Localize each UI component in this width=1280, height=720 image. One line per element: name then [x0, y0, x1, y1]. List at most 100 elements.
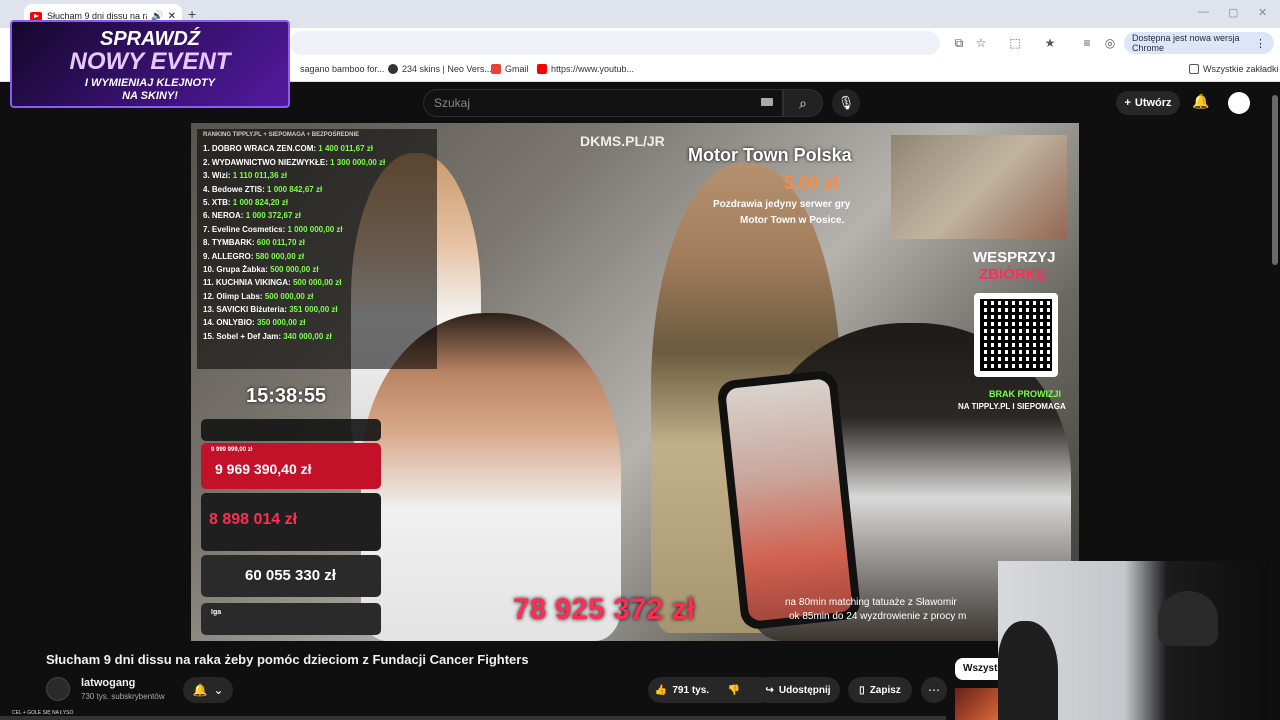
- search-button[interactable]: ⌕: [783, 89, 823, 117]
- total-2: 8 898 014 zł: [209, 511, 298, 528]
- subscription-bell-button[interactable]: 🔔 ⌄: [183, 677, 233, 703]
- ranking-row: 14. ONLYBIO: 350 000,00 zł: [197, 316, 437, 329]
- ranking-amount: 1 300 000,00 zł: [330, 157, 386, 167]
- ranking-row: 5. XTB: 1 000 824,20 zł: [197, 196, 437, 209]
- filter-chip-all[interactable]: Wszystk: [955, 658, 999, 680]
- scroll-thumb[interactable]: [1272, 95, 1278, 265]
- channel-name[interactable]: latwogang: [81, 677, 135, 689]
- person-shadow: [998, 621, 1058, 720]
- no-commission-2: NA TIPPLY.PL I SIEPOMAGA: [958, 402, 1066, 411]
- search-input[interactable]: Szukaj: [423, 89, 783, 117]
- ranking-row: 1. DOBRO WRACA ZEN.COM: 1 400 011,67 zł: [197, 142, 437, 155]
- stream-clock: 15:38:55: [246, 385, 327, 407]
- panel-bottom-label: Iga: [211, 609, 222, 616]
- bookmark-favicon-icon: [388, 64, 398, 74]
- ranking-name: 6. NEROA:: [203, 211, 244, 221]
- bookmark-item[interactable]: 234 skins | Neo Vers...: [388, 64, 492, 74]
- ranking-amount: 1 000 372,67 zł: [245, 211, 301, 221]
- ranking-row: 13. SAVICKI Biżuteria: 351 000,00 zł: [197, 303, 437, 316]
- ranking-row: 6. NEROA: 1 000 372,67 zł: [197, 209, 437, 222]
- phone-screen: [725, 378, 853, 622]
- folder-icon: [1189, 64, 1199, 74]
- bookmark-item[interactable]: Gmail: [491, 64, 529, 74]
- mic-icon[interactable]: 🎙: [832, 89, 860, 117]
- ranking-name: 11. KUCHNIA VIKINGA:: [203, 278, 291, 288]
- chevron-down-icon: ⌄: [213, 683, 224, 697]
- bookmark-star-icon[interactable]: ★: [1043, 36, 1057, 50]
- ranking-panel: RANKING TIPPLY.PL + SIEPOMAGA + BEZPOŚRE…: [197, 129, 437, 369]
- panel-header: [201, 419, 381, 441]
- dislike-button[interactable]: 👎: [718, 677, 750, 703]
- donor-amount: 5.00 zł: [784, 173, 839, 193]
- ad-line-2: NOWY EVENT: [69, 48, 231, 75]
- donor-image: [891, 135, 1067, 239]
- total-panel-1: 9 999 999,00 zł 9 969 390,40 zł: [201, 443, 381, 489]
- ranking-name: 7. Eveline Cosmetics:: [203, 224, 286, 234]
- maximize-icon[interactable]: ▢: [1228, 6, 1238, 19]
- ranking-header: RANKING TIPPLY.PL + SIEPOMAGA + BEZPOŚRE…: [203, 132, 360, 138]
- all-bookmarks[interactable]: Wszystkie zakładki: [1189, 64, 1279, 74]
- qr-code: [974, 293, 1058, 377]
- reading-list-icon[interactable]: ≡: [1080, 36, 1094, 50]
- ranking-name: 5. XTB:: [203, 197, 231, 207]
- extensions-icon[interactable]: ⬚: [1008, 36, 1022, 50]
- close-window-icon[interactable]: ✕: [1258, 6, 1267, 19]
- scrollbar[interactable]: [1270, 83, 1280, 720]
- ranking-row: 10. Grupa Żabka: 500 000,00 zł: [197, 263, 437, 276]
- plus-icon: +: [1124, 97, 1131, 109]
- ranking-list: 1. DOBRO WRACA ZEN.COM: 1 400 011,67 zł 2…: [197, 142, 437, 343]
- avatar[interactable]: [1228, 92, 1250, 114]
- thumbs-down-icon: 👎: [727, 684, 741, 696]
- ranking-amount: 1 400 011,67 zł: [318, 144, 373, 154]
- ticker-line-2: ok 85min do 24 wyzdrowienie z procy m: [789, 611, 967, 622]
- ranking-row: 4. Bedowe ZTIS: 1 000 842,67 zł: [197, 183, 437, 196]
- menu-dots-icon[interactable]: ⋮: [1255, 37, 1266, 50]
- keyboard-icon[interactable]: [761, 98, 773, 106]
- small-total: 9 999 999,00 zł: [211, 447, 253, 453]
- ad-line-3: I WYMIENIAJ KLEJNOTY: [84, 77, 216, 89]
- like-button[interactable]: 👍 791 tys.: [648, 677, 716, 703]
- bookmark-item[interactable]: https://www.youtub...: [537, 64, 634, 74]
- ranking-row: 3. Wizi: 1 110 011,36 zł: [197, 169, 437, 182]
- recommended-video-thumbnail[interactable]: [955, 688, 999, 720]
- more-actions-button[interactable]: ⋯: [921, 677, 947, 703]
- bookmark-item[interactable]: sagano bamboo for...: [300, 64, 385, 74]
- ranking-amount: 1 000 000,00 zł: [287, 224, 343, 234]
- video-player[interactable]: RANKING TIPPLY.PL + SIEPOMAGA + BEZPOŚRE…: [191, 123, 1079, 641]
- donor-title: Motor Town Polska: [688, 145, 852, 165]
- share-icon: ↪: [765, 684, 774, 696]
- share-button[interactable]: ↪ Udostępnij: [756, 677, 840, 703]
- no-commission-1: BRAK PROWIZJI: [989, 389, 1061, 399]
- ad-banner[interactable]: SPRAWDŹ NOWY EVENT I WYMIENIAJ KLEJNOTY …: [10, 20, 290, 108]
- chrome-update-button[interactable]: Dostępna jest nowa wersja Chrome ⋮: [1124, 32, 1274, 54]
- notifications-bell-icon[interactable]: 🔔: [1192, 93, 1209, 110]
- ranking-amount: 350 000,00 zł: [256, 318, 306, 328]
- star-icon[interactable]: ☆: [974, 36, 988, 50]
- ranking-row: 2. WYDAWNICTWO NIEZWYKŁE: 1 300 000,00 z…: [197, 156, 437, 169]
- ticker-line-1: na 80min matching tatuaże z Sławomir: [785, 597, 957, 608]
- grand-total: 78 925 372 zł: [513, 593, 695, 626]
- ranking-row: 7. Eveline Cosmetics: 1 000 000,00 zł: [197, 223, 437, 236]
- ranking-name: 12. Olimp Labs:: [203, 291, 263, 301]
- ranking-name: 13. SAVICKI Biżuteria:: [203, 305, 287, 315]
- profile-icon[interactable]: ◎: [1103, 36, 1117, 50]
- address-bar[interactable]: [290, 31, 940, 55]
- ranking-amount: 351 000,00 zł: [289, 305, 338, 315]
- create-button[interactable]: + Utwórz: [1116, 91, 1180, 115]
- gmail-icon: [491, 64, 501, 74]
- video-progress-bar[interactable]: [0, 716, 946, 720]
- bell-icon: 🔔: [192, 683, 208, 697]
- total-panel-4: Iga: [201, 603, 381, 635]
- ranking-name: 4. Bedowe ZTIS:: [203, 184, 265, 194]
- ranking-name: 14. ONLYBIO:: [203, 318, 255, 328]
- channel-avatar[interactable]: [46, 677, 70, 701]
- ranking-amount: 500 000,00 zł: [270, 264, 319, 274]
- ranking-name: 2. WYDAWNICTWO NIEZWYKŁE:: [203, 157, 328, 167]
- install-app-icon[interactable]: ⧉: [952, 36, 966, 50]
- minimize-icon[interactable]: —: [1198, 6, 1209, 18]
- total-panel-2: 8 898 014 zł: [201, 493, 381, 551]
- ranking-name: 9. ALLEGRO:: [203, 251, 254, 261]
- ranking-name: 10. Grupa Żabka:: [203, 264, 268, 274]
- ranking-row: 15. Sobel + Def Jam: 340 000,00 zł: [197, 330, 437, 343]
- save-button[interactable]: ▯ Zapisz: [848, 677, 912, 703]
